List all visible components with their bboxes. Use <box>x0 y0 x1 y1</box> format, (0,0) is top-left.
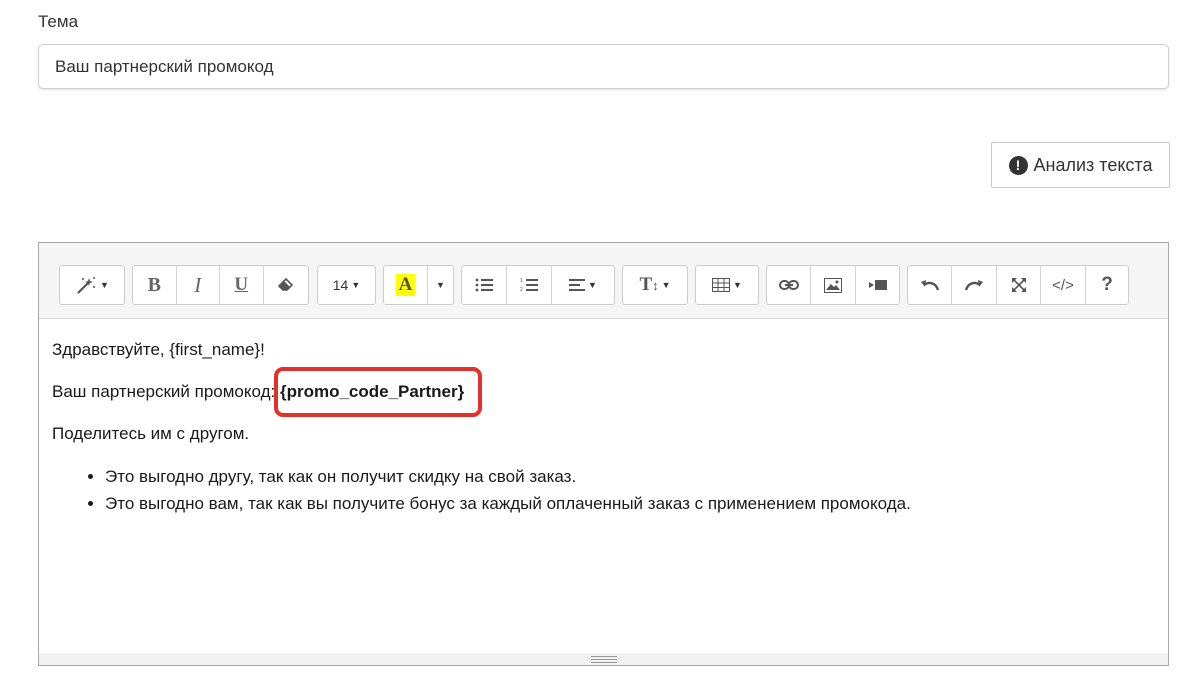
misc-group: </> ? <box>907 265 1129 305</box>
text-height-icon: T↕ <box>639 274 659 295</box>
numbered-list-icon: 1 2 <box>520 278 538 292</box>
highlight-box <box>273 367 482 417</box>
analyze-text-button[interactable]: ! Анализ текста <box>991 142 1170 188</box>
code-icon: </> <box>1052 276 1074 294</box>
chevron-down-icon: ▼ <box>733 280 742 290</box>
table-group: ▼ <box>695 265 759 305</box>
insert-image-button[interactable] <box>811 266 856 304</box>
highlight-a-icon: A <box>395 274 416 296</box>
underline-icon: U <box>234 274 249 295</box>
magic-wand-icon <box>77 277 96 294</box>
redo-button[interactable] <box>952 266 997 304</box>
help-button[interactable]: ? <box>1086 266 1128 304</box>
insert-video-button[interactable] <box>856 266 899 304</box>
color-group: A ▼ <box>383 265 454 305</box>
font-size-value: 14 <box>332 277 349 293</box>
promo-paragraph: Ваш партнерский промокод: {promo_code_Pa… <box>52 367 1155 417</box>
italic-button[interactable]: I <box>177 266 220 304</box>
chevron-down-icon: ▼ <box>351 280 361 290</box>
font-style-group: B I U <box>132 265 309 305</box>
font-size-group: 14 ▼ <box>317 265 376 305</box>
unordered-list-button[interactable] <box>462 266 507 304</box>
editor-toolbar: ▼ B I U 14 ▼ A ▼ 1 2 ▼ T↕ ▼ ▼ </> ? <box>39 243 1168 319</box>
link-icon <box>778 280 799 290</box>
paragraph-align-dropdown[interactable]: ▼ <box>552 266 614 304</box>
chevron-down-icon: ▼ <box>436 280 445 290</box>
promo-prefix: Ваш партнерский промокод: <box>52 382 280 401</box>
redo-icon <box>964 280 983 291</box>
video-icon <box>868 280 887 290</box>
italic-icon: I <box>194 272 202 297</box>
style-button[interactable]: ▼ <box>60 266 124 304</box>
bold-icon: B <box>147 273 161 296</box>
color-dropdown-button[interactable]: ▼ <box>428 266 453 304</box>
insert-link-button[interactable] <box>767 266 811 304</box>
exclamation-circle-icon: ! <box>1008 155 1028 175</box>
svg-text:1: 1 <box>520 278 523 284</box>
line-height-dropdown[interactable]: T↕ ▼ <box>623 266 687 304</box>
code-view-button[interactable]: </> <box>1041 266 1086 304</box>
share-paragraph: Поделитесь им с другом. <box>52 424 250 443</box>
chevron-down-icon: ▼ <box>661 280 671 290</box>
table-dropdown[interactable]: ▼ <box>696 266 758 304</box>
insert-group <box>766 265 900 305</box>
undo-icon <box>920 280 939 291</box>
style-group: ▼ <box>59 265 125 305</box>
editor-resize-bar[interactable] <box>39 653 1168 665</box>
bullet-list-icon <box>475 278 493 292</box>
eraser-icon <box>277 278 293 291</box>
resize-grip-icon <box>591 656 617 663</box>
chevron-down-icon: ▼ <box>100 280 109 290</box>
image-icon <box>824 277 842 293</box>
undo-button[interactable] <box>908 266 952 304</box>
subject-label: Тема <box>38 12 79 31</box>
highlight-color-button[interactable]: A <box>384 266 428 304</box>
promo-code-variable: {promo_code_Partner} <box>273 367 482 417</box>
greeting-paragraph: Здравствуйте, {first_name}! <box>52 340 265 359</box>
rich-text-editor[interactable]: ▼ B I U 14 ▼ A ▼ 1 2 ▼ T↕ ▼ ▼ </> ? Здра… <box>38 242 1169 666</box>
subject-input[interactable] <box>38 44 1169 89</box>
chevron-down-icon: ▼ <box>588 280 597 290</box>
font-size-dropdown[interactable]: 14 ▼ <box>318 266 375 304</box>
analyze-text-label: Анализ текста <box>1033 154 1153 175</box>
fullscreen-button[interactable] <box>997 266 1041 304</box>
list-group: 1 2 ▼ <box>461 265 615 305</box>
underline-button[interactable]: U <box>220 266 264 304</box>
ordered-list-button[interactable]: 1 2 <box>507 266 552 304</box>
svg-text:2: 2 <box>520 287 523 292</box>
align-left-icon <box>569 279 586 291</box>
list-item: Это выгодно другу, так как он получит ск… <box>105 463 1155 490</box>
clear-format-button[interactable] <box>264 266 308 304</box>
expand-icon <box>1011 278 1026 292</box>
editor-content[interactable]: Здравствуйте, {first_name}! Ваш партнерс… <box>39 319 1168 517</box>
table-icon <box>712 278 731 292</box>
bold-button[interactable]: B <box>133 266 177 304</box>
help-icon: ? <box>1101 274 1113 295</box>
list-item: Это выгодно вам, так как вы получите бон… <box>105 490 1155 517</box>
line-height-group: T↕ ▼ <box>622 265 688 305</box>
bullet-list: Это выгодно другу, так как он получит ск… <box>105 463 1155 517</box>
